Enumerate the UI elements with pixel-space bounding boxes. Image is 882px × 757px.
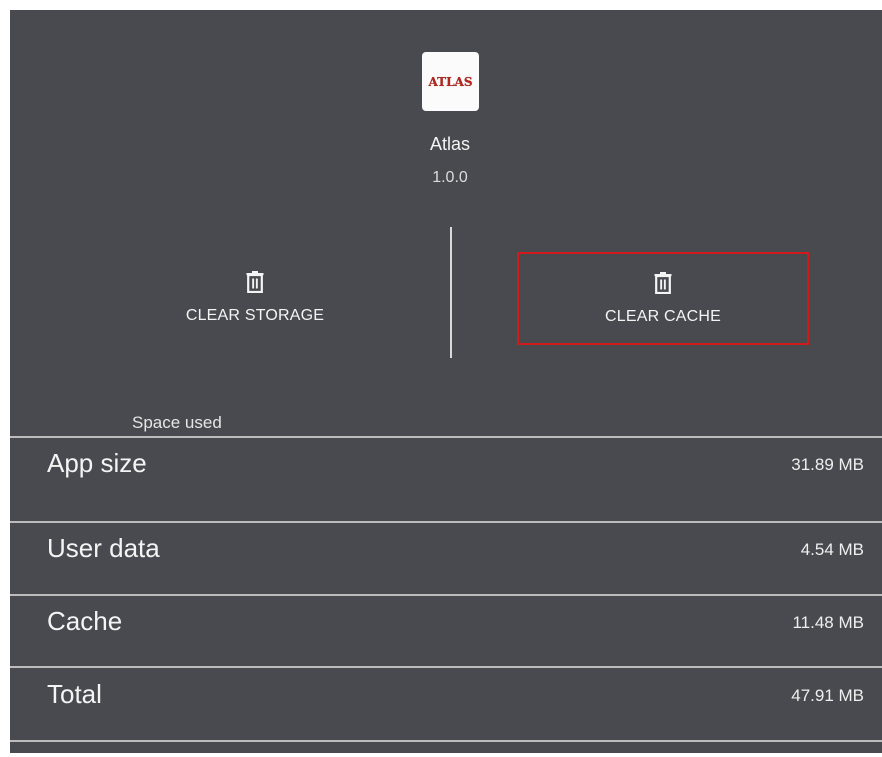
app-version: 1.0.0 <box>432 169 468 186</box>
divider <box>10 666 882 668</box>
clear-storage-label: CLEAR STORAGE <box>185 307 325 324</box>
trash-icon <box>654 271 672 294</box>
divider <box>10 740 882 742</box>
row-label: App size <box>47 448 147 478</box>
row-label: User data <box>47 533 160 563</box>
screenshot: ATLAS Atlas 1.0.0 CLEAR STORAGE CLEAR CA… <box>0 0 882 757</box>
clear-storage-button[interactable]: CLEAR STORAGE <box>110 254 400 342</box>
storage-row-total: Total 47.91 MB <box>10 669 882 739</box>
app-info-panel: ATLAS Atlas 1.0.0 CLEAR STORAGE CLEAR CA… <box>10 10 882 753</box>
storage-row-cache: Cache 11.48 MB <box>10 596 882 666</box>
space-used-heading: Space used <box>132 413 222 432</box>
storage-row-user-data: User data 4.54 MB <box>10 523 882 593</box>
clear-cache-label: CLEAR CACHE <box>604 307 721 325</box>
trash-icon <box>246 271 264 293</box>
row-label: Total <box>47 679 102 709</box>
row-value: 4.54 MB <box>800 540 864 559</box>
row-value: 47.91 MB <box>791 686 864 705</box>
app-icon: ATLAS <box>422 52 479 111</box>
action-divider <box>450 227 452 358</box>
app-name: Atlas <box>429 134 471 154</box>
storage-row-app-size: App size 31.89 MB <box>10 438 882 508</box>
clear-cache-button[interactable]: CLEAR CACHE <box>517 252 809 345</box>
row-value: 31.89 MB <box>791 455 864 474</box>
row-label: Cache <box>47 606 123 636</box>
app-icon-logo-text: ATLAS <box>428 74 473 89</box>
row-value: 11.48 MB <box>792 613 864 632</box>
